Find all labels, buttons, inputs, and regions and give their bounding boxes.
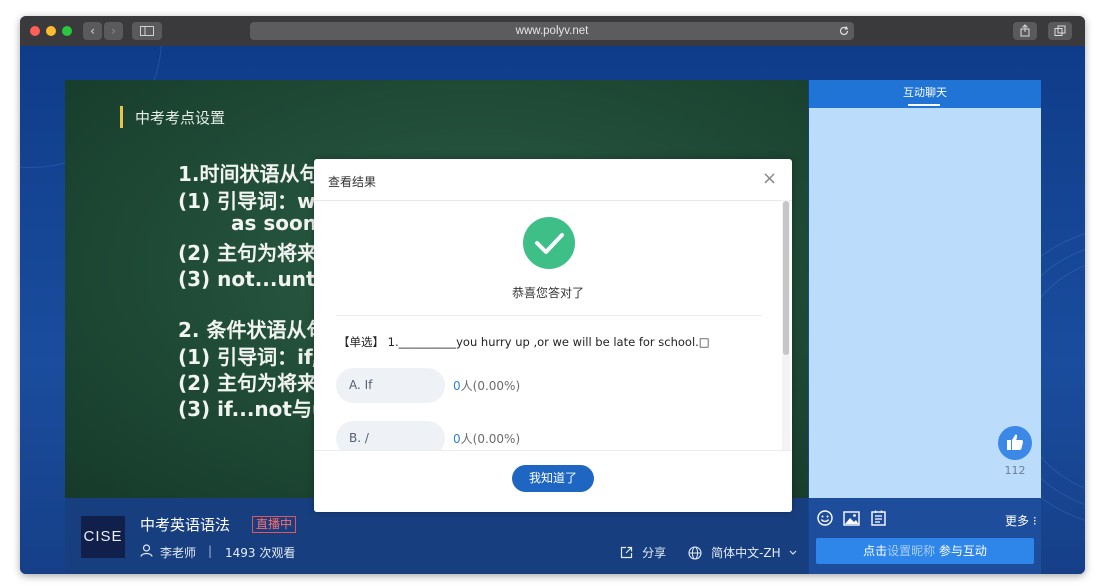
- join-suffix: 参与互动: [935, 544, 987, 558]
- url-text: www.polyv.net: [515, 25, 589, 37]
- board-line: (2) 主句为将来: [178, 371, 318, 395]
- share-icon: [1020, 24, 1030, 37]
- more-label: 更多: [1005, 514, 1030, 528]
- board-line: (2) 主句为将来: [178, 241, 318, 265]
- channel-logo: CISE: [81, 516, 125, 558]
- live-status-badge: 直播中: [252, 516, 297, 533]
- chat-panel: 互动聊天 112: [809, 80, 1041, 498]
- zoom-window-button[interactable]: [62, 26, 72, 36]
- chat-tab-label: 互动聊天: [903, 86, 947, 99]
- option-b-count: 0: [453, 432, 461, 446]
- option-a: A. If: [336, 368, 445, 403]
- dialog-scrollbar-thumb[interactable]: [783, 201, 789, 355]
- notice-icon[interactable]: [871, 510, 886, 526]
- minimize-window-button[interactable]: [46, 26, 56, 36]
- active-tab-indicator: [908, 104, 940, 106]
- set-nickname-link[interactable]: 设置昵称: [887, 544, 935, 558]
- share-icon: [620, 546, 633, 559]
- board-line: 1.时间状语从句: [178, 162, 320, 186]
- share-button[interactable]: 分享: [620, 542, 666, 561]
- option-b-stat: 0人(0.00%): [453, 430, 520, 447]
- share-label: 分享: [642, 546, 667, 560]
- question-text: 【单选】 1.__________you hurry up ,or we wil…: [338, 335, 710, 349]
- board-line: as soon: [231, 211, 317, 235]
- image-icon[interactable]: [843, 511, 861, 526]
- chat-tab[interactable]: 互动聊天: [809, 80, 1041, 108]
- tabs-button[interactable]: [1048, 22, 1072, 40]
- page-content: 中考考点设置 1.时间状语从句 (1) 引导词：w as soon (2) 主句…: [20, 46, 1085, 574]
- board-line: (1) 引导词：if,: [178, 345, 320, 369]
- close-icon[interactable]: ×: [762, 168, 777, 189]
- dialog-divider: [336, 315, 762, 316]
- sidebar-toggle-button[interactable]: [132, 22, 162, 40]
- chat-input-area: 更多 ⁝ 点击设置昵称 参与互动: [809, 498, 1041, 574]
- reload-icon[interactable]: [838, 25, 850, 37]
- option-b-percent: 人(0.00%): [460, 432, 521, 446]
- emoji-icon[interactable]: [817, 510, 833, 526]
- chevron-down-icon: [789, 550, 797, 555]
- like-button[interactable]: [998, 426, 1032, 460]
- success-check-icon: [523, 217, 575, 269]
- back-button[interactable]: ‹: [83, 22, 102, 40]
- board-line: (1) 引导词：w: [178, 189, 316, 213]
- browser-titlebar: ‹ › www.polyv.net: [20, 16, 1085, 46]
- dialog-footer: 我知道了: [314, 450, 792, 512]
- option-a-stat: 0人(0.00%): [453, 377, 520, 394]
- more-button[interactable]: 更多 ⁝: [1005, 512, 1037, 529]
- globe-icon: [688, 546, 702, 560]
- thumbs-up-icon: [1007, 434, 1024, 450]
- join-interaction-button[interactable]: 点击设置昵称 参与互动: [816, 538, 1034, 564]
- tabs-icon: [1054, 25, 1066, 36]
- result-dialog: 查看结果 × 恭喜您答对了 【单选】 1.__________you hurry…: [314, 159, 792, 512]
- teacher-name: 李老师: [160, 546, 197, 560]
- meta-separator: |: [208, 544, 213, 558]
- got-it-button[interactable]: 我知道了: [512, 465, 594, 492]
- chat-toolbar: [817, 510, 886, 530]
- join-prefix: 点击: [863, 544, 888, 558]
- board-line: 2. 条件状语从句: [178, 318, 327, 342]
- sidebar-icon: [140, 26, 154, 36]
- board-title: 中考考点设置: [135, 109, 226, 127]
- channel-title: 中考英语语法: [140, 516, 231, 534]
- board-accent-bar: [120, 106, 123, 128]
- like-count: 112: [1004, 464, 1026, 477]
- option-a-count: 0: [453, 379, 461, 393]
- dialog-header: 查看结果 ×: [314, 159, 792, 201]
- result-message: 恭喜您答对了: [511, 286, 584, 300]
- board-line: (3) if...not与ur: [178, 397, 337, 421]
- option-a-percent: 人(0.00%): [460, 379, 521, 393]
- forward-button[interactable]: ›: [104, 22, 123, 40]
- user-icon: [140, 544, 153, 557]
- view-count: 1493 次观看: [225, 546, 296, 560]
- dialog-title: 查看结果: [328, 175, 377, 189]
- browser-window: ‹ › www.polyv.net 中考考点设置 1.时间状语从句 (1) 引导…: [20, 16, 1085, 574]
- close-window-button[interactable]: [30, 26, 40, 36]
- language-label: 简体中文-ZH: [711, 546, 781, 560]
- share-button[interactable]: [1013, 22, 1037, 40]
- language-selector[interactable]: 简体中文-ZH: [688, 542, 797, 561]
- address-bar[interactable]: www.polyv.net: [250, 22, 854, 40]
